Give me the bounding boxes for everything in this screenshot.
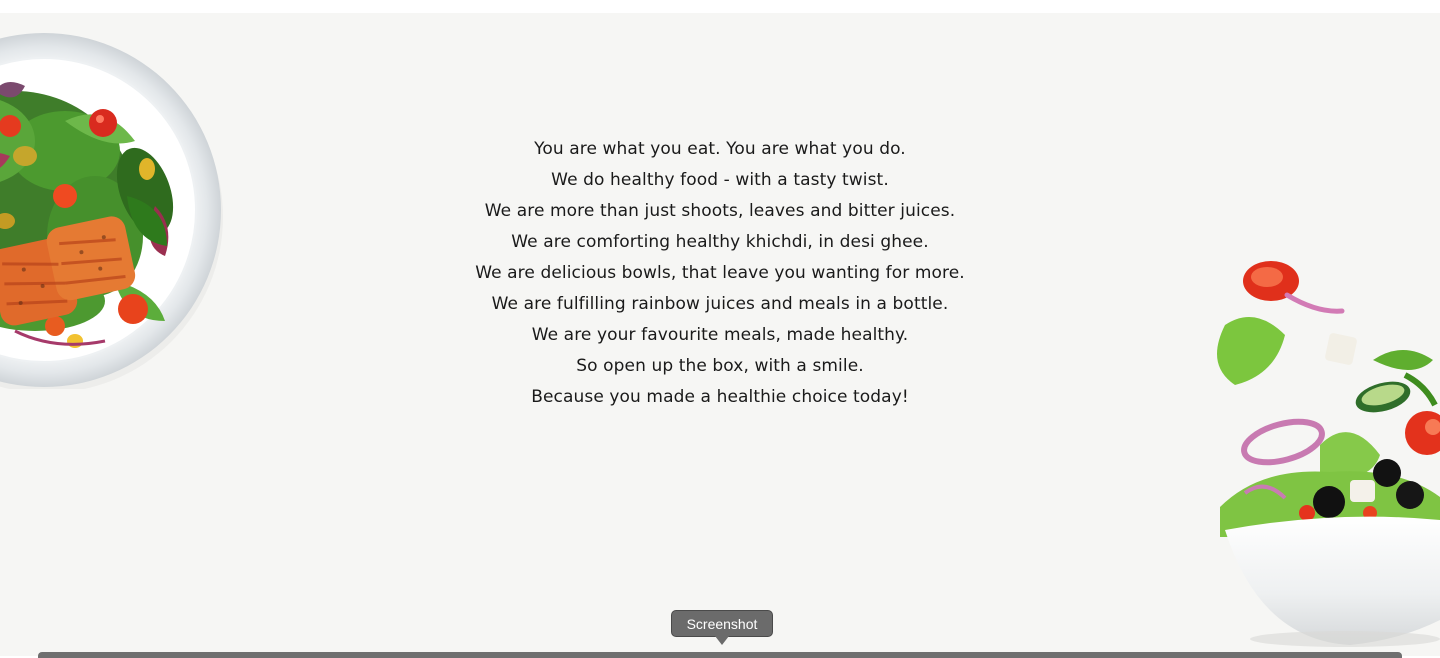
dock-bar [38, 652, 1402, 658]
tossed-salad-bowl-image [1217, 261, 1440, 647]
hero-section: You are what you eat. You are what you d… [0, 13, 1440, 656]
tooltip-arrow-icon [715, 636, 729, 645]
manifesto-line: We do healthy food - with a tasty twist. [551, 170, 889, 190]
screenshot-tooltip: Screenshot [671, 610, 773, 637]
top-bar [0, 0, 1440, 13]
manifesto-line: You are what you eat. You are what you d… [534, 139, 906, 159]
manifesto-line: We are more than just shoots, leaves and… [484, 201, 956, 221]
